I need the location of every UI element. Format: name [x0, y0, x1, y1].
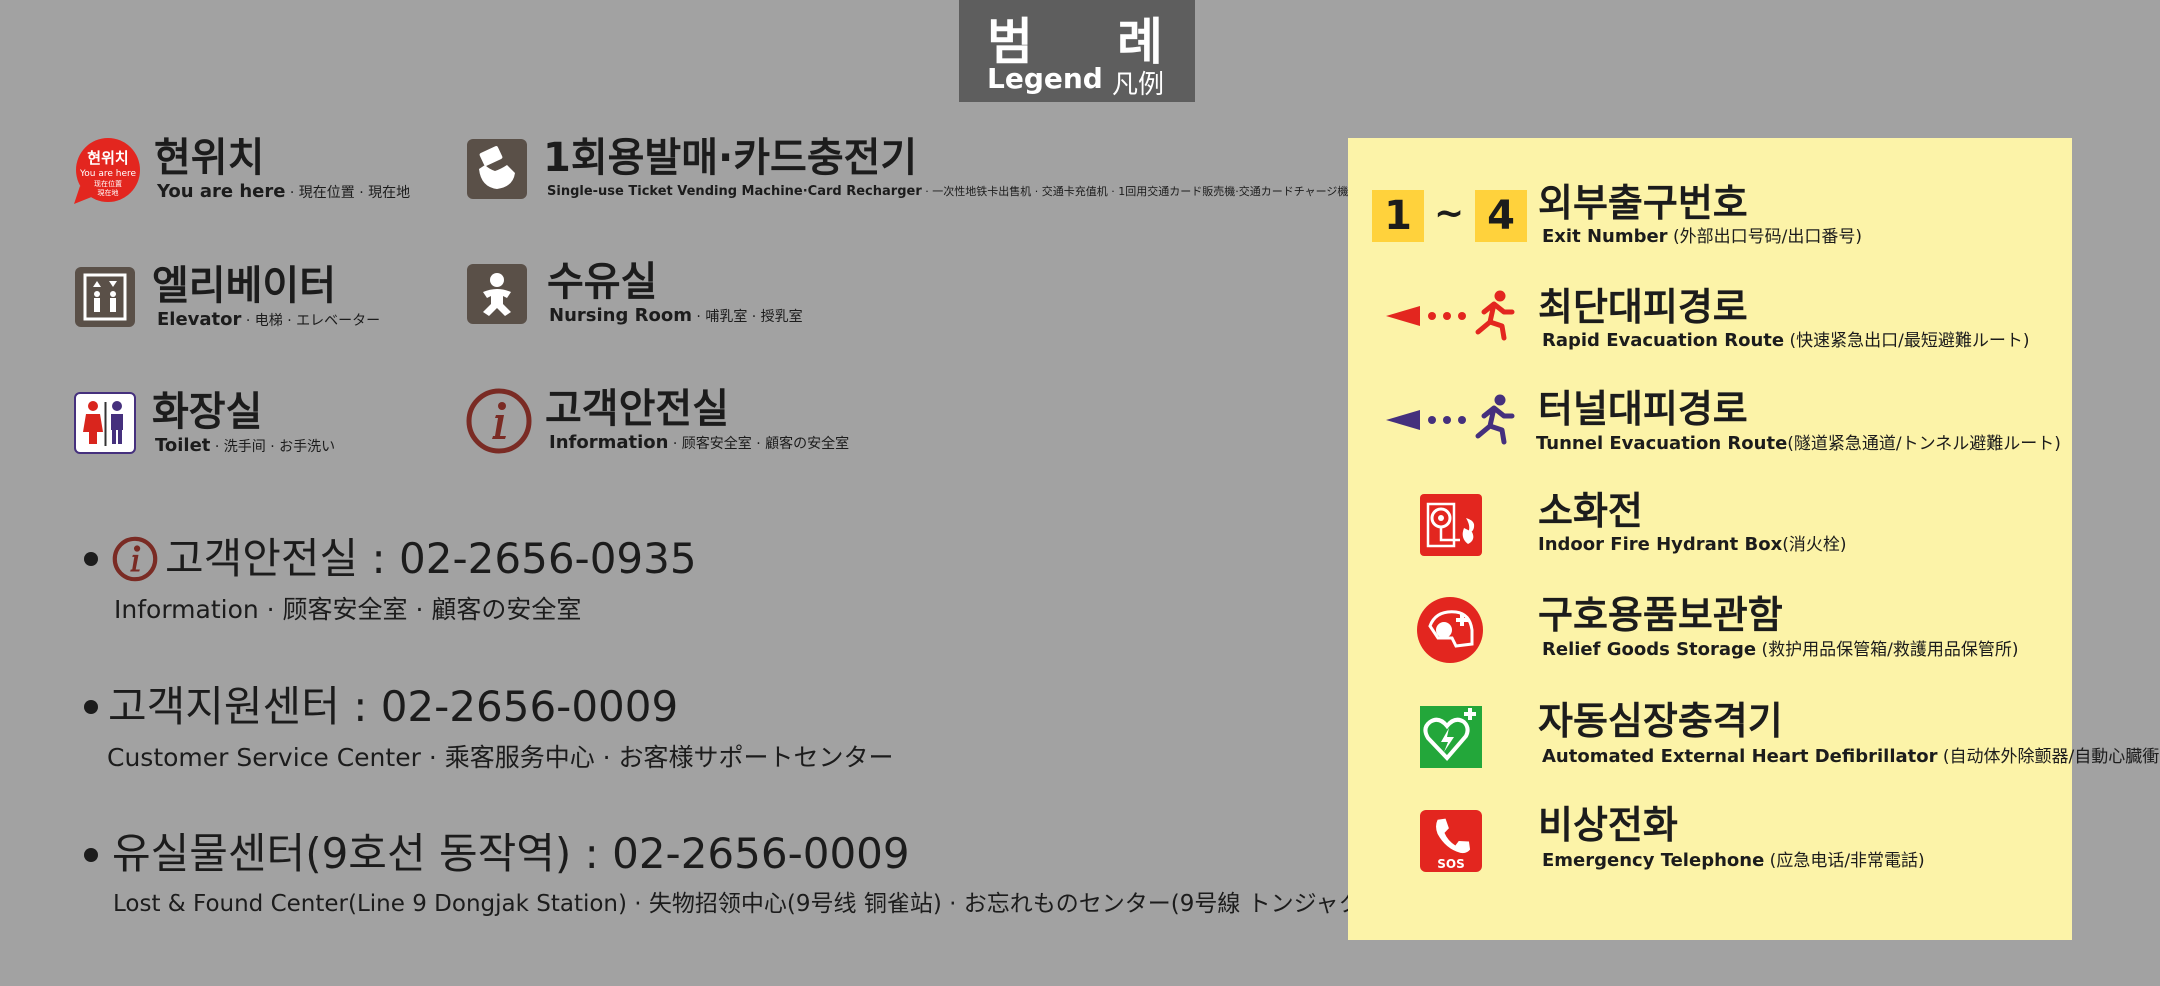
badge-zh-2: 現在地: [98, 188, 119, 197]
you-are-here-label-sub: You are here · 現在位置 · 現在地: [157, 183, 410, 201]
aed-label-ko: 자동심장충격기: [1538, 699, 1783, 743]
exit-number-start-badge: 1: [1372, 190, 1424, 242]
contact-bullet-2: [84, 700, 98, 714]
information-label-sub: Information · 顾客安全室 · 顧客の安全室: [549, 434, 849, 452]
tunnel-evacuation-label-sub: Tunnel Evacuation Route(隧道紧急通道/トンネル避難ルート…: [1536, 435, 2061, 453]
you-are-here-label-extra: · 現在位置 · 現在地: [285, 185, 411, 201]
contact-lost-found-ko: 유실물센터(9호선 동작역) : 02-2656-0009: [112, 829, 910, 878]
relief-goods-label-extra: (救护用品保管箱/救護用品保管所): [1756, 640, 2019, 660]
exit-number-label-ko: 외부출구번호: [1538, 181, 1748, 225]
exit-number-end-badge: 4: [1475, 190, 1527, 242]
information-label-en: Information: [549, 432, 669, 453]
toilet-label-extra: · 洗手间 · お手洗い: [210, 439, 336, 455]
aed-label-sub: Automated External Heart Defibrillator (…: [1542, 748, 2160, 766]
header-title-zh: 凡例: [1112, 70, 1165, 100]
safety-legend-panel: 1 ~ 4 외부출구번호 Exit Number (外部出口号码/出口番号) 최…: [1348, 138, 2160, 940]
elevator-label-sub: Elevator · 电梯 · エレベーター: [157, 311, 380, 329]
exit-number-tilde: ~: [1434, 193, 1465, 234]
nursing-room-label-en: Nursing Room: [549, 305, 692, 326]
elevator-label-extra: · 电梯 · エレベーター: [241, 313, 381, 329]
exit-number-label-sub: Exit Number (外部出口号码/出口番号): [1542, 228, 1862, 246]
contact-bullet-1: [84, 552, 98, 566]
relief-goods-label-sub: Relief Goods Storage (救护用品保管箱/救護用品保管所): [1542, 641, 2019, 659]
fire-hydrant-label-extra: (消火栓): [1782, 535, 1847, 555]
aed-icon: [1420, 706, 1482, 768]
legend-header: 범 례 Legend 凡例: [959, 0, 1195, 102]
fire-hydrant-label-en: Indoor Fire Hydrant Box: [1538, 534, 1783, 555]
information-label-extra: · 顾客安全室 · 顧客の安全室: [668, 436, 850, 452]
fire-hydrant-label-sub: Indoor Fire Hydrant Box(消火栓): [1538, 536, 1846, 554]
ticket-machine-label-en: Single-use Ticket Vending Machine·Card R…: [547, 184, 922, 199]
header-title-en: Legend: [987, 62, 1103, 95]
aed-label-en: Automated External Heart Defibrillator: [1542, 746, 1938, 767]
ticket-machine-label-extra: · 一次性地铁卡出售机 · 交通卡充值机 · 1回用交通カード販売機·交通カード…: [921, 185, 1349, 198]
contact-bullet-3: [84, 848, 98, 862]
toilet-label-en: Toilet: [155, 435, 211, 456]
rapid-evacuation-label-ko: 최단대피경로: [1538, 285, 1748, 329]
rapid-evacuation-label-sub: Rapid Evacuation Route (快速紧急出口/最短避難ルート): [1542, 332, 2030, 350]
information-icon: [466, 388, 532, 454]
nursing-room-label-extra: · 哺乳室 · 授乳室: [691, 309, 803, 325]
badge-ko: 현위치: [87, 149, 128, 167]
relief-goods-label-ko: 구호용품보관함: [1538, 593, 1783, 637]
toilet-label-ko: 화장실: [152, 389, 263, 435]
emergency-phone-label-sub: Emergency Telephone (应急电话/非常電話): [1542, 852, 1925, 870]
emergency-phone-label-en: Emergency Telephone: [1542, 850, 1765, 871]
sos-label: SOS: [1437, 857, 1465, 871]
elevator-label-ko: 엘리베이터: [152, 263, 336, 309]
rapid-evacuation-label-en: Rapid Evacuation Route: [1542, 330, 1785, 351]
exit-number-label-en: Exit Number: [1542, 226, 1668, 247]
emergency-phone-label-extra: (应急电话/非常電話): [1764, 851, 1925, 871]
nursing-room-icon: [467, 264, 527, 324]
you-are-here-badge: 현위치 You are here 现在位置 現在地: [72, 136, 140, 206]
information-label-ko: 고객안전실: [545, 386, 729, 432]
tunnel-evacuation-label-extra: (隧道紧急通道/トンネル避難ルート): [1787, 434, 2061, 454]
contact-information-ko: 고객안전실 : 02-2656-0935: [165, 534, 697, 583]
relief-goods-icon: [1416, 596, 1484, 664]
ticket-machine-icon: [467, 139, 527, 199]
contact-information-sub: Information · 顾客安全室 · 顧客の安全室: [114, 595, 582, 624]
aed-label-extra: (自动体外除颤器/自動心臓衝撃機): [1942, 747, 2160, 767]
emergency-phone-icon: SOS: [1420, 810, 1482, 872]
rapid-evacuation-icon: [1384, 286, 1524, 342]
ticket-machine-label-sub: Single-use Ticket Vending Machine·Card R…: [547, 185, 1348, 198]
toilet-label-sub: Toilet · 洗手间 · お手洗い: [155, 437, 335, 455]
you-are-here-label-ko: 현위치: [154, 135, 265, 181]
contact-customer-service-ko: 고객지원센터 : 02-2656-0009: [108, 682, 679, 731]
relief-goods-label-en: Relief Goods Storage: [1542, 639, 1757, 660]
contact-lost-found-sub: Lost & Found Center(Line 9 Dongjak Stati…: [113, 891, 1394, 917]
badge-zh-1: 现在位置: [94, 179, 122, 188]
tunnel-evacuation-label-ko: 터널대피경로: [1538, 387, 1748, 431]
fire-hydrant-icon: [1420, 494, 1482, 556]
tunnel-evacuation-label-en: Tunnel Evacuation Route: [1536, 433, 1788, 454]
contact-customer-service-sub: Customer Service Center · 乘客服务中心 · お客様サポ…: [107, 743, 894, 772]
fire-hydrant-label-ko: 소화전: [1538, 489, 1643, 533]
elevator-label-en: Elevator: [157, 309, 242, 330]
toilet-icon: [74, 392, 136, 454]
nursing-room-label-ko: 수유실: [547, 259, 658, 305]
badge-en: You are here: [79, 169, 137, 179]
exit-number-label-extra: (外部出口号码/出口番号): [1667, 227, 1862, 247]
elevator-icon: [75, 267, 135, 327]
ticket-machine-label-ko: 1회용발매·카드충전기: [543, 135, 918, 181]
emergency-phone-label-ko: 비상전화: [1538, 803, 1678, 847]
you-are-here-label-en: You are here: [157, 181, 286, 202]
nursing-room-label-sub: Nursing Room · 哺乳室 · 授乳室: [549, 307, 803, 325]
contact-info-icon: [112, 536, 158, 582]
rapid-evacuation-label-extra: (快速紧急出口/最短避難ルート): [1784, 331, 2030, 351]
tunnel-evacuation-icon: [1384, 390, 1524, 446]
